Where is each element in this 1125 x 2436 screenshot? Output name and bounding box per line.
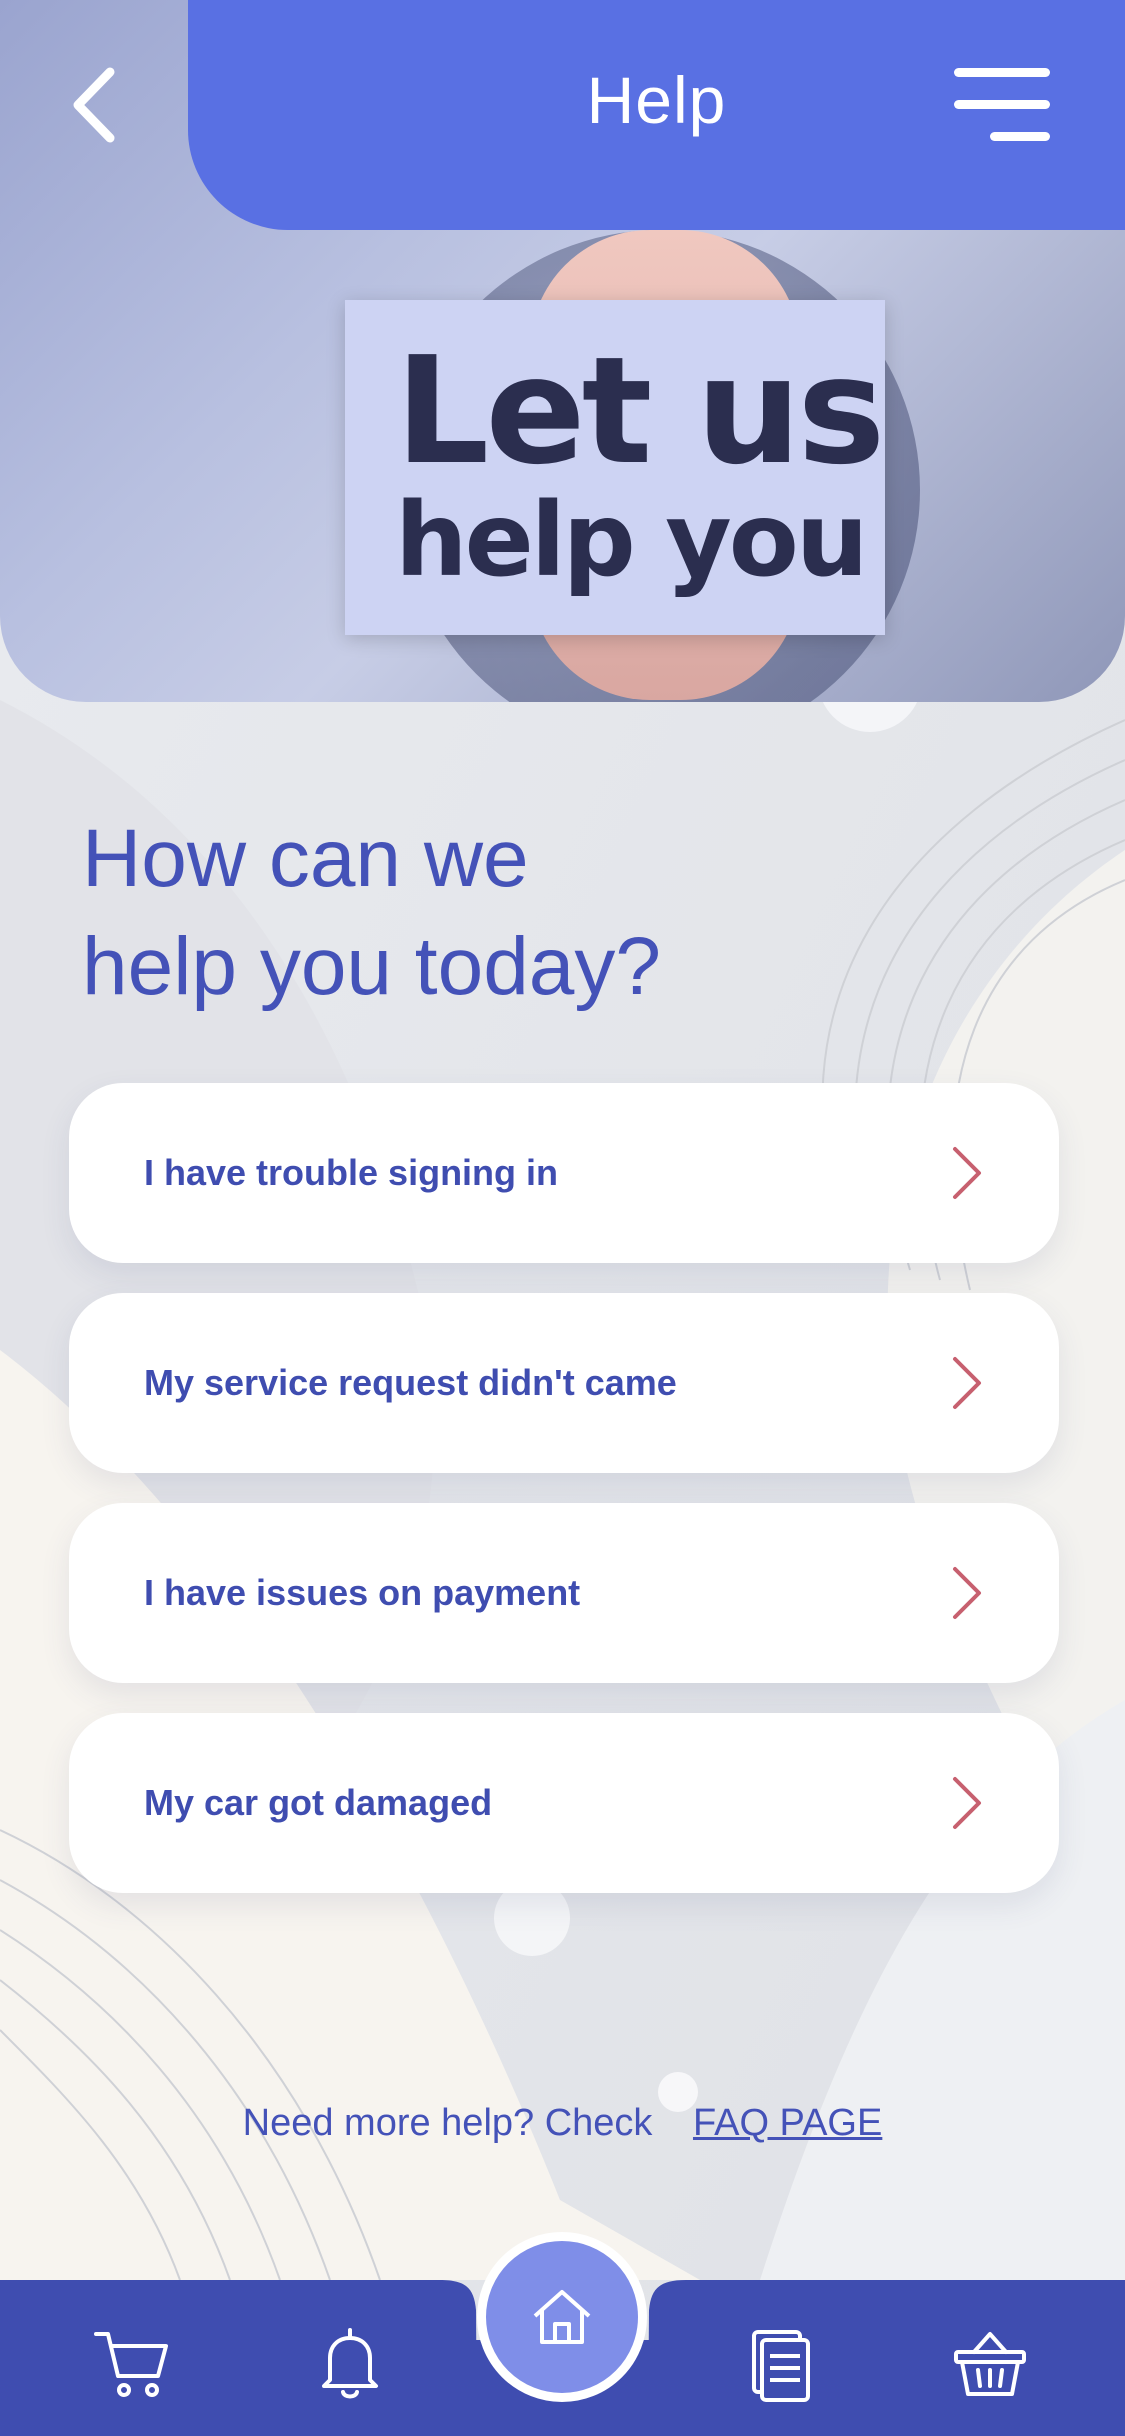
chevron-right-icon	[953, 1357, 981, 1409]
chevron-right-icon	[953, 1567, 981, 1619]
help-heading: How can we help you today?	[82, 805, 661, 1021]
help-heading-line-2: help you today?	[82, 921, 662, 1012]
more-help-text: Need more help? Check	[242, 2102, 653, 2144]
bell-icon[interactable]	[310, 2324, 390, 2404]
option-trouble-signing-in[interactable]: I have trouble signing in	[69, 1083, 1059, 1263]
basket-icon[interactable]	[950, 2324, 1030, 2404]
hero-card: Let us help you	[345, 300, 885, 635]
option-label: I have trouble signing in	[144, 1152, 559, 1193]
option-label: My car got damaged	[144, 1782, 493, 1823]
chevron-right-icon	[953, 1777, 981, 1829]
cart-icon[interactable]	[92, 2324, 172, 2404]
option-label: My service request didn't came	[144, 1362, 677, 1403]
chevron-left-icon	[73, 67, 115, 143]
option-label: I have issues on payment	[144, 1572, 581, 1613]
home-button[interactable]	[477, 2232, 647, 2402]
hamburger-menu-icon	[954, 68, 1050, 77]
back-button[interactable]	[60, 60, 140, 150]
home-icon	[533, 2290, 591, 2344]
hero-line-2: help you	[395, 481, 868, 601]
document-icon[interactable]	[740, 2324, 820, 2404]
hero-line-1: Let us	[395, 325, 885, 498]
chevron-right-icon	[953, 1147, 981, 1199]
more-help-note: Need more help? Check FAQ PAGE	[0, 2102, 1125, 2145]
option-service-request[interactable]: My service request didn't came	[69, 1293, 1059, 1473]
help-heading-line-1: How can we	[82, 813, 529, 904]
option-payment-issues[interactable]: I have issues on payment	[69, 1503, 1059, 1683]
faq-page-link[interactable]: FAQ PAGE	[693, 2102, 882, 2144]
help-options-list: I have trouble signing in My service req…	[69, 1083, 1059, 1923]
menu-button[interactable]	[950, 60, 1050, 150]
option-car-damaged[interactable]: My car got damaged	[69, 1713, 1059, 1893]
